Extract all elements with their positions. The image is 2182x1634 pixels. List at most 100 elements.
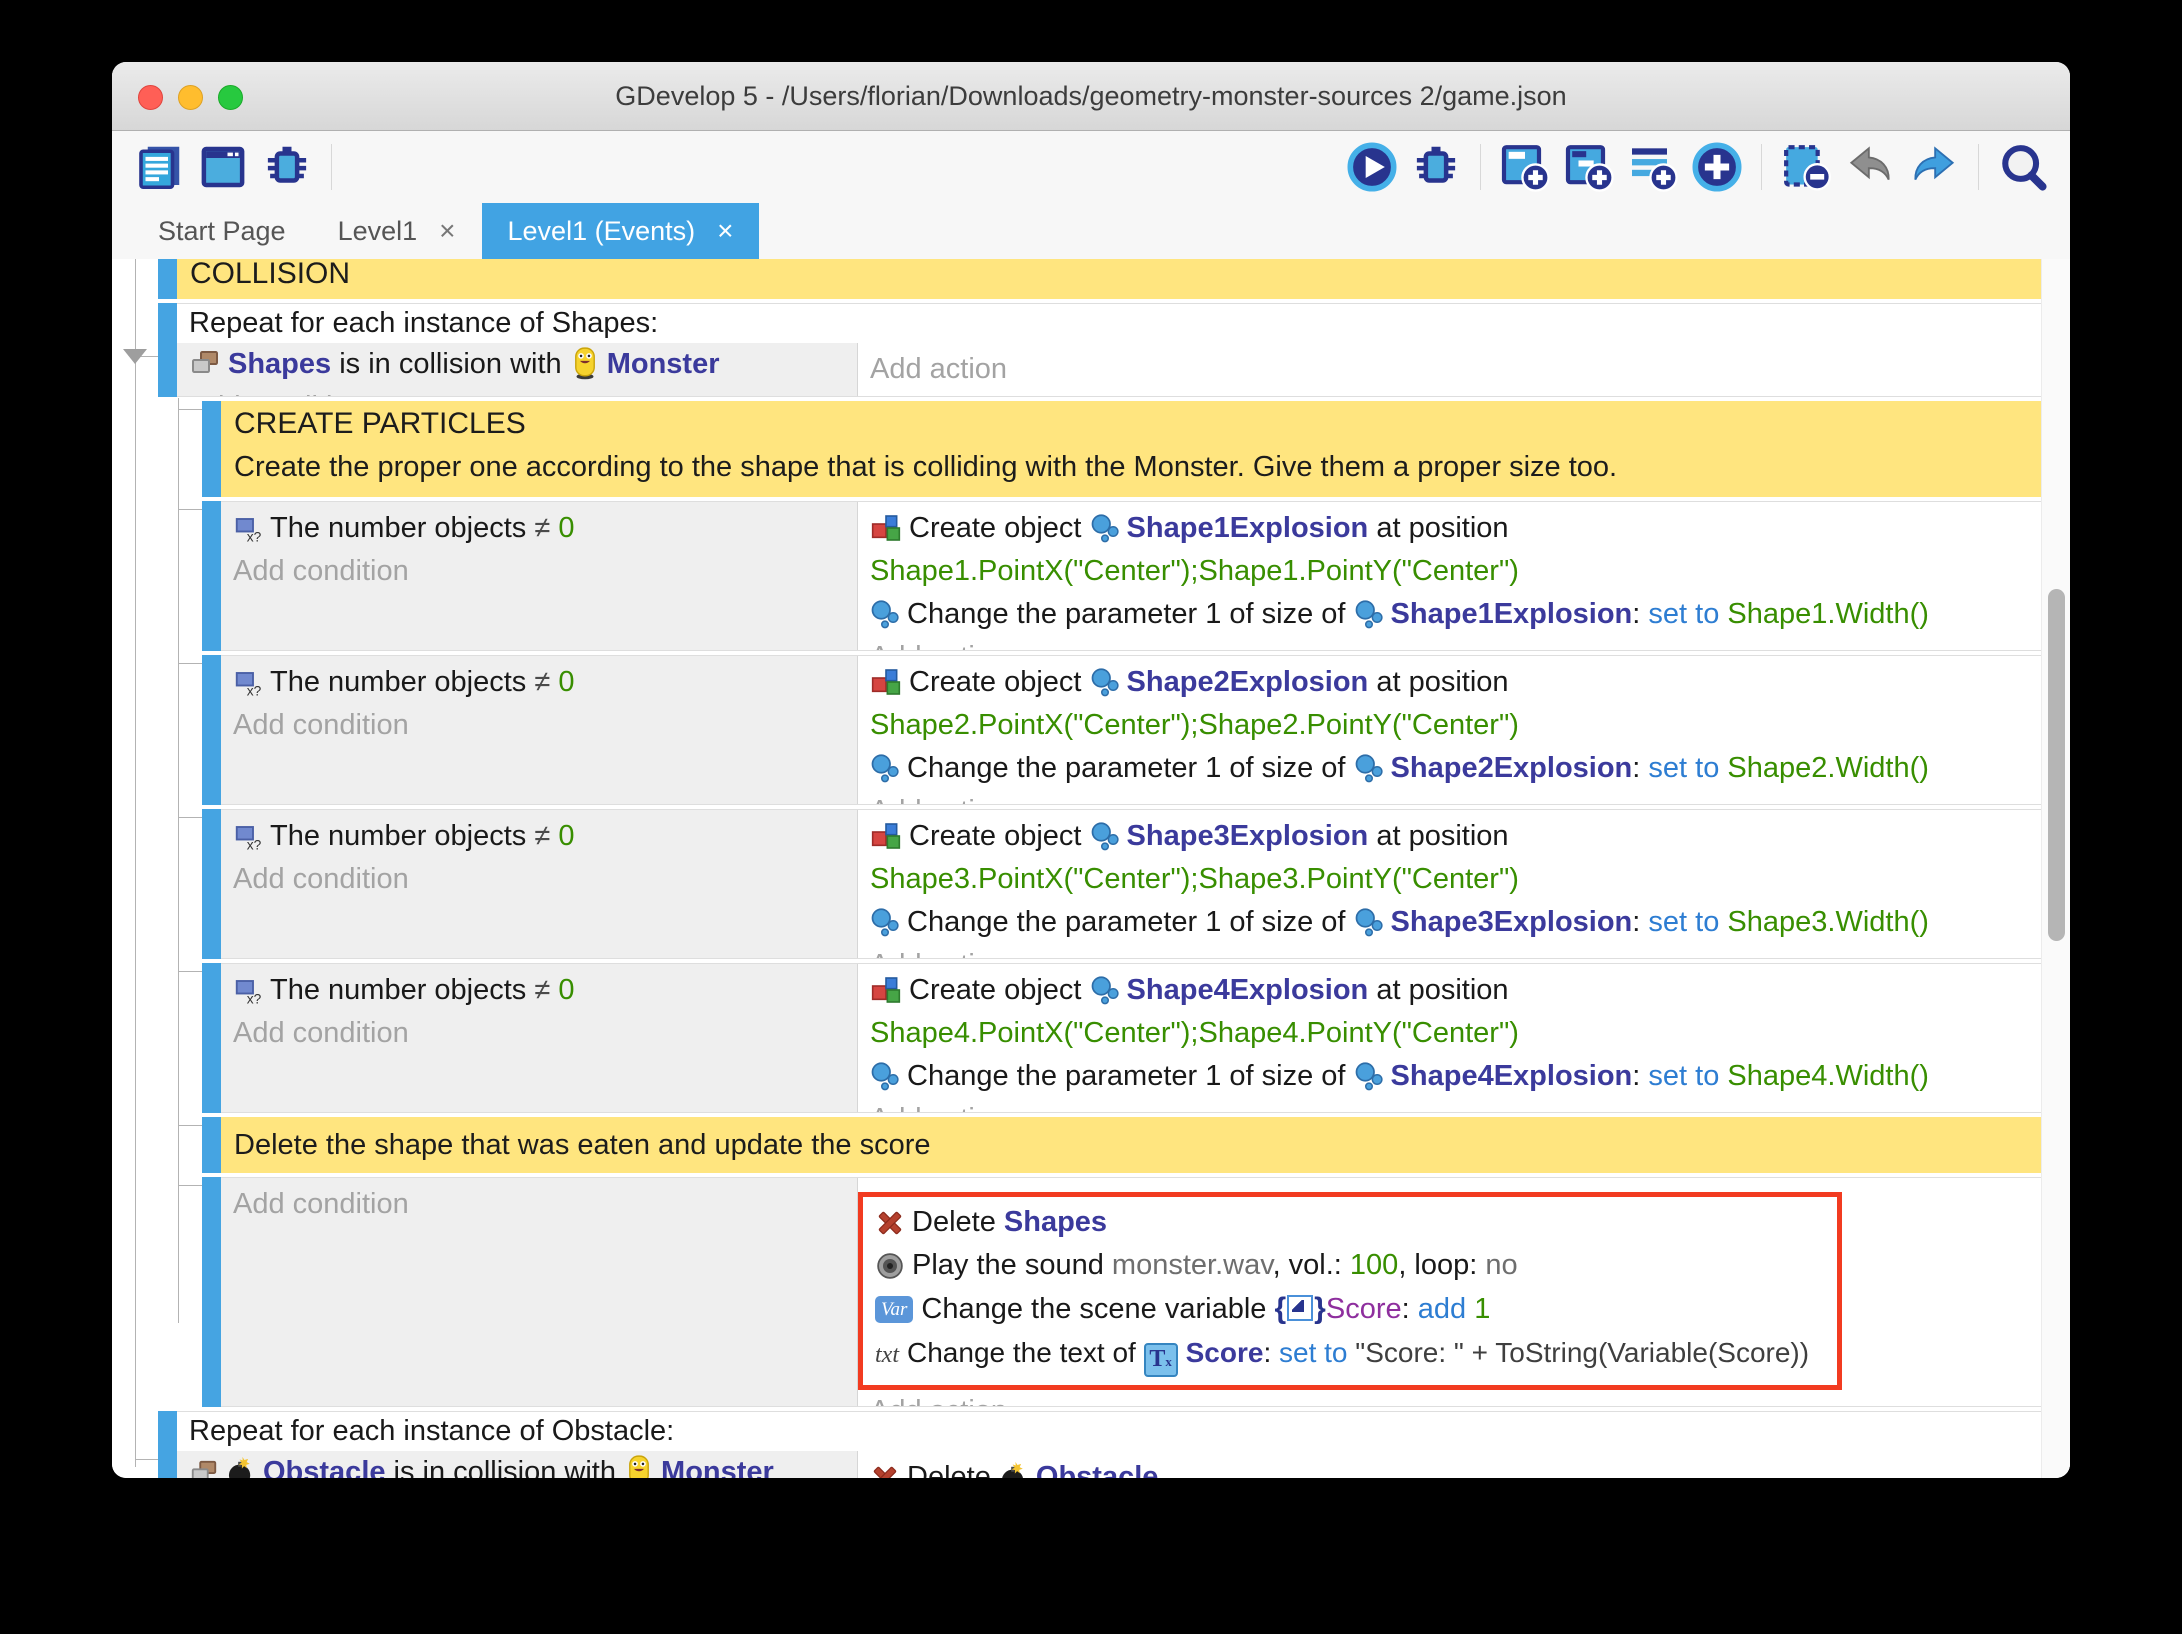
add-subevent-icon[interactable] [1560,138,1618,196]
add-action-link[interactable]: Add action [858,790,2041,804]
add-condition-link[interactable]: Add condition [221,1178,857,1226]
close-tab-icon[interactable]: × [717,215,733,247]
add-condition-link[interactable]: Add condition [221,550,857,593]
toolbar-separator [1978,144,1979,190]
add-action-link[interactable]: Add action [858,636,2041,650]
event-bar [202,963,221,1113]
close-tab-icon[interactable]: × [439,215,455,247]
debug-icon[interactable] [1407,138,1465,196]
variable-icon: Var [875,1296,913,1323]
project-manager-icon[interactable] [130,138,188,196]
particle-object-icon [1354,754,1384,784]
add-action-link[interactable]: Add action [858,343,2041,391]
condition-number-objects[interactable]: x?The number objects ≠ 0 [221,810,857,858]
event-shape3[interactable]: x?The number objects ≠ 0 Add condition C… [202,809,2042,959]
vertical-scrollbar[interactable] [2041,259,2070,1478]
add-condition-link[interactable]: Add condition [221,858,857,901]
event-bar [202,1117,221,1173]
debugger-icon[interactable] [258,138,316,196]
action-create-object[interactable]: Create object Shape1Explosion at positio… [858,502,2041,550]
condition-collision[interactable]: Shapes is in collision with Monster [177,343,857,386]
repeat-header: Repeat for each instance of Obstacle: [177,1412,2041,1451]
particle-object-icon [1354,600,1384,630]
tab-level1-events[interactable]: Level1 (Events) × [482,203,760,259]
object-count-icon: x? [233,976,263,1006]
delete-icon [870,1463,900,1478]
add-action-link[interactable]: Add action [858,1390,2041,1406]
tab-level1[interactable]: Level1 × [312,203,482,259]
action-change-text[interactable]: txtChange the text of TxScore: set to "S… [863,1331,1827,1377]
particle-object-icon [870,600,900,630]
action-delete-obstacle[interactable]: Delete Obstacle [858,1451,2041,1478]
events-stack: COLLISION Repeat for each instance of Sh… [112,259,2042,1478]
action-create-object[interactable]: Create object Shape4Explosion at positio… [858,964,2041,1012]
event-bar [158,1411,177,1478]
minimize-window-button[interactable] [178,85,203,110]
repeat-header: Repeat for each instance of Shapes: [177,304,2041,343]
toolbar-separator [1761,144,1762,190]
action-change-variable[interactable]: VarChange the scene variable {}Score: ad… [863,1287,1827,1331]
search-icon[interactable] [1994,138,2052,196]
event-repeat-obstacle[interactable]: Repeat for each instance of Obstacle: Ob… [158,1411,2042,1478]
preview-window-icon[interactable] [194,138,252,196]
bomb-object-icon [226,1454,256,1478]
event-bar [202,1177,221,1407]
action-position-expression[interactable]: Shape2.PointX("Center");Shape2.PointY("C… [858,704,2041,747]
shapes-group-icon [189,1458,219,1478]
particle-object-icon [1090,668,1120,698]
action-play-sound[interactable]: Play the sound monster.wav, vol.: 100, l… [863,1244,1827,1287]
redo-icon[interactable] [1905,138,1963,196]
action-create-object[interactable]: Create object Shape2Explosion at positio… [858,656,2041,704]
event-bar [202,501,221,651]
condition-number-objects[interactable]: x?The number objects ≠ 0 [221,502,857,550]
add-comment-icon[interactable] [1624,138,1682,196]
remove-event-icon[interactable] [1777,138,1835,196]
event-shape4[interactable]: x?The number objects ≠ 0 Add condition C… [202,963,2042,1113]
comment-collision[interactable]: COLLISION [158,259,2042,299]
object-count-icon: x? [233,514,263,544]
undo-icon[interactable] [1841,138,1899,196]
zoom-window-button[interactable] [218,85,243,110]
event-bar [158,303,177,397]
action-position-expression[interactable]: Shape1.PointX("Center");Shape1.PointY("C… [858,550,2041,593]
create-object-icon [870,820,902,852]
condition-collision[interactable]: Obstacle is in collision with Monster [177,1451,857,1478]
tab-label: Level1 [338,216,418,247]
svg-text:x?: x? [247,530,262,545]
comment-create-particles[interactable]: CREATE PARTICLES Create the proper one a… [202,401,2042,497]
close-window-button[interactable] [138,85,163,110]
event-shape2[interactable]: x?The number objects ≠ 0 Add condition C… [202,655,2042,805]
condition-number-objects[interactable]: x?The number objects ≠ 0 [221,964,857,1012]
text-action-icon: txt [875,1342,899,1368]
add-action-link[interactable]: Add action [858,1098,2041,1112]
scrollbar-thumb[interactable] [2048,589,2065,941]
play-icon[interactable] [1343,138,1401,196]
tab-start-page[interactable]: Start Page [132,203,312,259]
event-shape1[interactable]: x?The number objects ≠ 0 Add condition C… [202,501,2042,651]
event-update-score[interactable]: Add condition Delete Shapes Play the sou… [202,1177,2042,1407]
particle-object-icon [870,1062,900,1092]
object-count-icon: x? [233,822,263,852]
event-repeat-shapes[interactable]: Repeat for each instance of Shapes: Shap… [158,303,2042,397]
svg-text:x?: x? [247,992,262,1007]
add-condition-link[interactable]: Add condition [221,1012,857,1055]
action-position-expression[interactable]: Shape4.PointX("Center");Shape4.PointY("C… [858,1012,2041,1055]
action-change-size[interactable]: Change the parameter 1 of size of Shape1… [858,593,2041,636]
action-change-size[interactable]: Change the parameter 1 of size of Shape4… [858,1055,2041,1098]
add-condition-link[interactable]: Add condition [177,386,857,396]
add-circle-icon[interactable] [1688,138,1746,196]
sound-icon [875,1251,905,1281]
monster-object-icon [624,1454,654,1478]
create-object-icon [870,974,902,1006]
svg-text:x?: x? [247,838,262,853]
comment-delete-shape[interactable]: Delete the shape that was eaten and upda… [202,1117,2042,1173]
add-condition-link[interactable]: Add condition [221,704,857,747]
add-action-link[interactable]: Add action [858,944,2041,958]
add-event-icon[interactable] [1496,138,1554,196]
action-change-size[interactable]: Change the parameter 1 of size of Shape2… [858,747,2041,790]
condition-number-objects[interactable]: x?The number objects ≠ 0 [221,656,857,704]
action-position-expression[interactable]: Shape3.PointX("Center");Shape3.PointY("C… [858,858,2041,901]
action-change-size[interactable]: Change the parameter 1 of size of Shape3… [858,901,2041,944]
action-create-object[interactable]: Create object Shape3Explosion at positio… [858,810,2041,858]
action-delete-shapes[interactable]: Delete Shapes [863,1201,1827,1244]
